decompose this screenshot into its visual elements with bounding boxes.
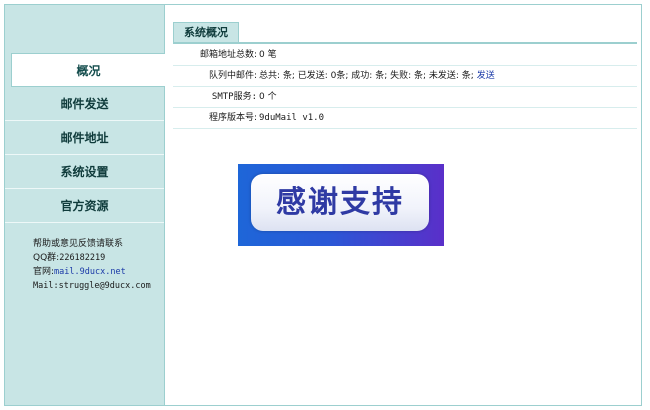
help-site: 官网:mail.9ducx.net [33,265,151,279]
version-value: 9duMail v1.0 [259,113,325,123]
help-qq-value: 226182219 [59,253,106,263]
queue-stats: 总共: 条; 已发送: 0条; 成功: 条; 失败: 条; 未发送: 条; [259,71,474,81]
smtp-value: 0 个 [259,92,277,102]
queue-label: 队列中邮件: [208,71,257,81]
help-mail: Mail:struggle@9ducx.com [33,279,151,293]
overview-table: 邮箱地址总数: 0 笔 队列中邮件: 总共: 条; 已发送: 0条; 成功: 条… [173,45,637,129]
total-addresses-value: 0 笔 [259,50,277,60]
help-site-label: 官网: [33,267,55,277]
queue-value: 总共: 条; 已发送: 0条; 成功: 条; 失败: 条; 未发送: 条; 发送 [257,66,495,86]
sidebar-item-overview[interactable]: 概况 [11,53,165,87]
sidebar-item-mail-addresses[interactable]: 邮件地址 [5,121,164,155]
tab-system-overview[interactable]: 系统概况 [173,22,239,42]
help-contact: 帮助或意见反馈请联系 QQ群:226182219 官网:mail.9ducx.n… [33,237,151,293]
help-mail-value: struggle@9ducx.com [58,281,151,291]
main-content: 系统概况 邮箱地址总数: 0 笔 队列中邮件: 总共: 条; 已发送: 0条; … [165,5,641,405]
sidebar-item-system-settings[interactable]: 系统设置 [5,155,164,189]
send-link[interactable]: 发送 [477,71,495,81]
table-row: 邮箱地址总数: 0 笔 [173,45,637,66]
total-addresses-label: 邮箱地址总数: [199,50,257,60]
table-row: SMTP服务: 0 个 [173,87,637,108]
smtp-label: SMTP服务: [211,92,257,102]
sidebar-nav: 概况 邮件发送 邮件地址 系统设置 官方资源 [5,53,165,223]
help-qq-label: QQ群: [33,253,60,263]
sidebar-item-send-mail[interactable]: 邮件发送 [5,87,164,121]
help-heading: 帮助或意见反馈请联系 [33,239,124,249]
thanks-banner: 感谢支持 [238,164,444,246]
tab-bar: 系统概况 [173,22,637,44]
sidebar: 概况 邮件发送 邮件地址 系统设置 官方资源 帮助或意见反馈请联系 QQ群:22… [5,5,165,405]
thanks-banner-text: 感谢支持 [251,174,429,231]
help-site-link[interactable]: mail.9ducx.net [54,267,126,277]
table-row: 程序版本号: 9duMail v1.0 [173,108,637,129]
version-label: 程序版本号: [208,113,257,123]
help-mail-label: Mail: [33,281,59,291]
sidebar-item-official-resources[interactable]: 官方资源 [5,189,164,223]
table-row: 队列中邮件: 总共: 条; 已发送: 0条; 成功: 条; 失败: 条; 未发送… [173,66,637,87]
help-qq: QQ群:226182219 [33,251,151,265]
app-frame: 概况 邮件发送 邮件地址 系统设置 官方资源 帮助或意见反馈请联系 QQ群:22… [4,4,642,406]
